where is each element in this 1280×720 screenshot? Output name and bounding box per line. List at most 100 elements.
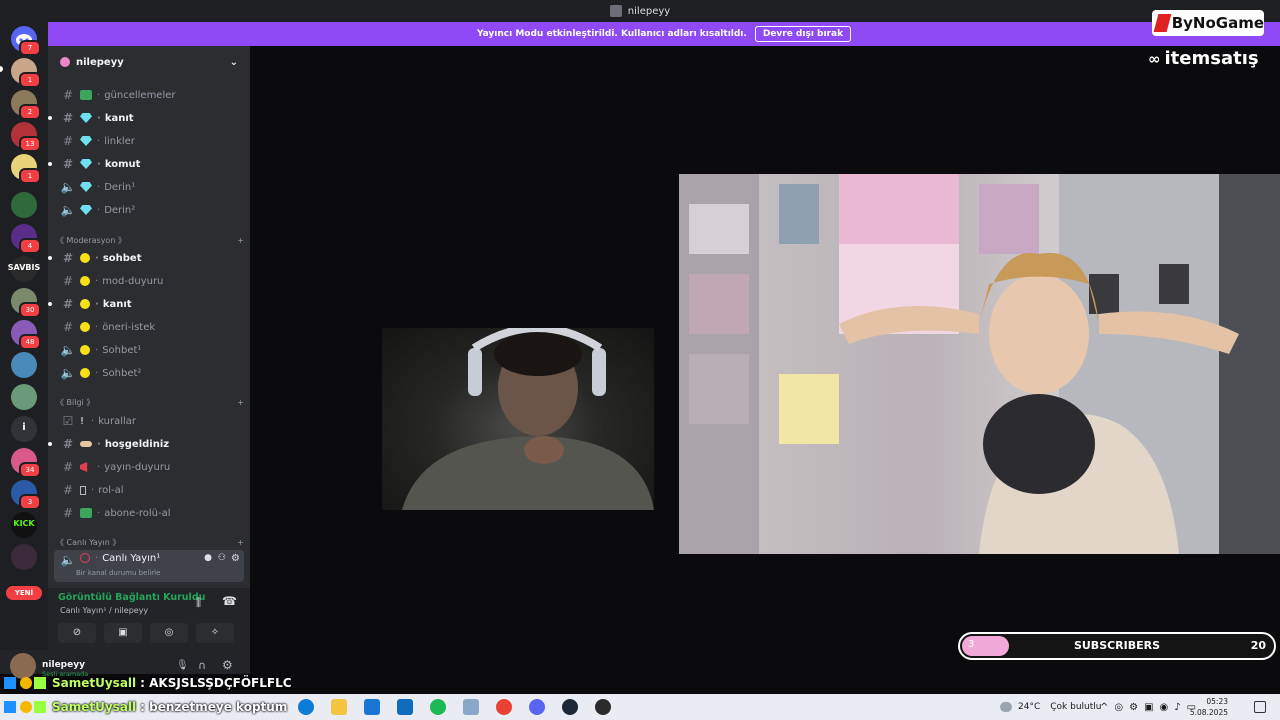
voice-channel-item[interactable]: 🔈 · Derin¹ (54, 177, 244, 197)
voice-channel-item[interactable]: 🔈 · Sohbet¹ (54, 340, 244, 360)
server-icon-gmail[interactable]: 13 (11, 122, 41, 152)
server-icon-savbis[interactable]: SAVBIS (8, 256, 40, 282)
chevron-down-icon[interactable]: ⌄ (230, 57, 238, 68)
server-label: i (22, 422, 26, 433)
chat-message: SametUysall : AKSJSLSŞDÇFÖFLFLC (0, 674, 292, 692)
weather-desc: Çok bulutlu (1050, 702, 1102, 712)
server-icon-10[interactable] (11, 352, 37, 378)
speaker-icon: 🔈 (60, 343, 76, 357)
channel-item[interactable]: # · rol-al (54, 480, 244, 500)
channel-status[interactable]: Bir kanal durumu belirle (76, 569, 160, 577)
voice-channel-item[interactable]: 🔈 · Sohbet² (54, 363, 244, 383)
taskbar: SametUysall : benzetmeye koptum 24°C Çok… (0, 694, 1280, 720)
disconnect-icon[interactable]: ☎ (222, 594, 237, 608)
soundboard-button[interactable]: ✧ (196, 623, 234, 643)
headphones-icon[interactable]: ∩ (198, 659, 206, 672)
activities-button[interactable]: ◎ (150, 623, 188, 643)
channel-item[interactable]: # · öneri-istek (54, 317, 244, 337)
system-tray[interactable]: ^ ◎⚙▣◉♪▭ (1100, 694, 1202, 720)
settings-gear-icon[interactable]: ⚙ (231, 553, 240, 564)
server-icon-5[interactable] (11, 192, 37, 218)
chat-bubble-icon[interactable]: ● (204, 553, 212, 563)
channel-item[interactable]: # · abone-rolü-al (54, 503, 244, 523)
goal-label: SUBSCRIBERS (1073, 639, 1161, 652)
channel-item[interactable]: # · yayın-duyuru (54, 457, 244, 477)
category-moderation[interactable]: 《 Moderasyon 》 + (56, 233, 244, 247)
server-icon-dm1[interactable]: 1 (11, 58, 41, 88)
video-tile-participant-1[interactable] (382, 328, 654, 510)
channel-item[interactable]: # · mod-duyuru (54, 271, 244, 291)
server-icon-6[interactable]: 4 (11, 224, 41, 254)
notification-center-icon[interactable] (1254, 701, 1266, 713)
category-info[interactable]: 《 Bilgi 》 + (56, 395, 244, 409)
notification-badge: 34 (19, 462, 41, 478)
sub-badge-icon (20, 677, 32, 689)
yellow-circle-icon (80, 368, 90, 378)
voice-channel-path: Canlı Yayın¹ / nilepeyy (60, 606, 149, 615)
server-icon-dm2[interactable]: 2 (11, 90, 41, 120)
server-icon-kick[interactable]: KICK (11, 512, 37, 538)
channel-item[interactable]: # · komut (48, 154, 244, 174)
channel-name: Derin¹ (104, 181, 136, 193)
unread-indicator (0, 66, 3, 72)
noise-suppression-icon[interactable]: ⫼ (196, 596, 201, 610)
plus-icon[interactable]: + (237, 538, 244, 547)
plus-icon[interactable]: + (237, 236, 244, 245)
disable-streamer-mode-button[interactable]: Devre dışı bırak (754, 26, 852, 42)
camera-off-button[interactable]: ⊘ (58, 623, 96, 643)
server-icon-16[interactable] (11, 544, 37, 570)
discord-home-icon[interactable]: 7 (11, 26, 41, 56)
server-label: KICK (13, 519, 35, 528)
channel-item[interactable]: # · linkler (54, 131, 244, 151)
store-icon[interactable] (364, 699, 380, 715)
steam-icon[interactable] (562, 699, 578, 715)
invite-icon[interactable]: ⚇ (218, 553, 226, 563)
chrome-icon[interactable] (496, 699, 512, 715)
voice-channel-item[interactable]: 🔈 · Derin² (54, 200, 244, 220)
server-icon-13[interactable]: 34 (11, 448, 41, 478)
plus-icon[interactable]: + (237, 398, 244, 407)
rules-icon: ☑ (62, 414, 74, 428)
channel-sidebar: nilepeyy ⌄ # · güncellemeler # · kanıt # · lin… (48, 46, 250, 674)
clock[interactable]: 05:23 5.08.2025 (1190, 696, 1228, 718)
box-icon (80, 485, 86, 495)
microphone-icon[interactable]: 🎙 (176, 660, 189, 671)
category-live[interactable]: 《 Canlı Yayın 》 + (56, 535, 244, 549)
user-settings-gear-icon[interactable]: ⚙ (222, 658, 233, 672)
channel-item[interactable]: # · hoşgeldiniz (48, 434, 244, 454)
person-silhouette-icon (402, 328, 654, 510)
spotify-icon[interactable] (430, 699, 446, 715)
network-app-icon[interactable] (463, 699, 479, 715)
server-icon-info[interactable]: i (11, 416, 37, 442)
server-icon-8[interactable]: 30 (11, 288, 41, 318)
server-icon-9[interactable]: 48 (11, 320, 41, 350)
new-badge: YENİ (6, 586, 42, 600)
voice-channel-item-active[interactable]: 🔈 · Canlı Yayın¹ Bir kanal durumu belirl… (54, 550, 244, 582)
channel-item[interactable]: # · sohbet (48, 248, 244, 268)
username: nilepeyy (42, 660, 85, 670)
channel-name: Derin² (104, 204, 136, 216)
weather-widget[interactable]: 24°C Çok bulutlu (1000, 694, 1101, 720)
tray-chevron-icon[interactable]: ^ (1100, 702, 1114, 713)
server-icon-11[interactable] (11, 384, 37, 410)
server-name: nilepeyy (76, 56, 124, 68)
screen-share-button[interactable]: ▣ (104, 623, 142, 643)
channel-item[interactable]: # · kanıt (48, 294, 244, 314)
channel-item[interactable]: ☑! · kurallar (54, 411, 244, 431)
channel-item[interactable]: # · güncellemeler (54, 85, 244, 105)
discord-taskbar-icon[interactable] (529, 699, 545, 715)
channel-item[interactable]: # · kanıt (48, 108, 244, 128)
video-tile-participant-2[interactable] (679, 174, 1280, 554)
yellow-circle-icon (80, 276, 90, 286)
file-explorer-icon[interactable] (331, 699, 347, 715)
vip-badge-icon (34, 677, 46, 689)
hashtag-icon: # (62, 483, 74, 497)
server-icon-14[interactable]: 3 (11, 480, 41, 510)
edge-browser-icon[interactable] (298, 699, 314, 715)
obs-icon[interactable] (595, 699, 611, 715)
voice-status[interactable]: Görüntülü Bağlantı Kuruldu (58, 592, 205, 603)
hashtag-icon: # (62, 157, 74, 171)
outlook-icon[interactable] (397, 699, 413, 715)
server-header[interactable]: nilepeyy ⌄ (48, 46, 250, 78)
server-icon-4[interactable]: 1 (11, 154, 41, 184)
